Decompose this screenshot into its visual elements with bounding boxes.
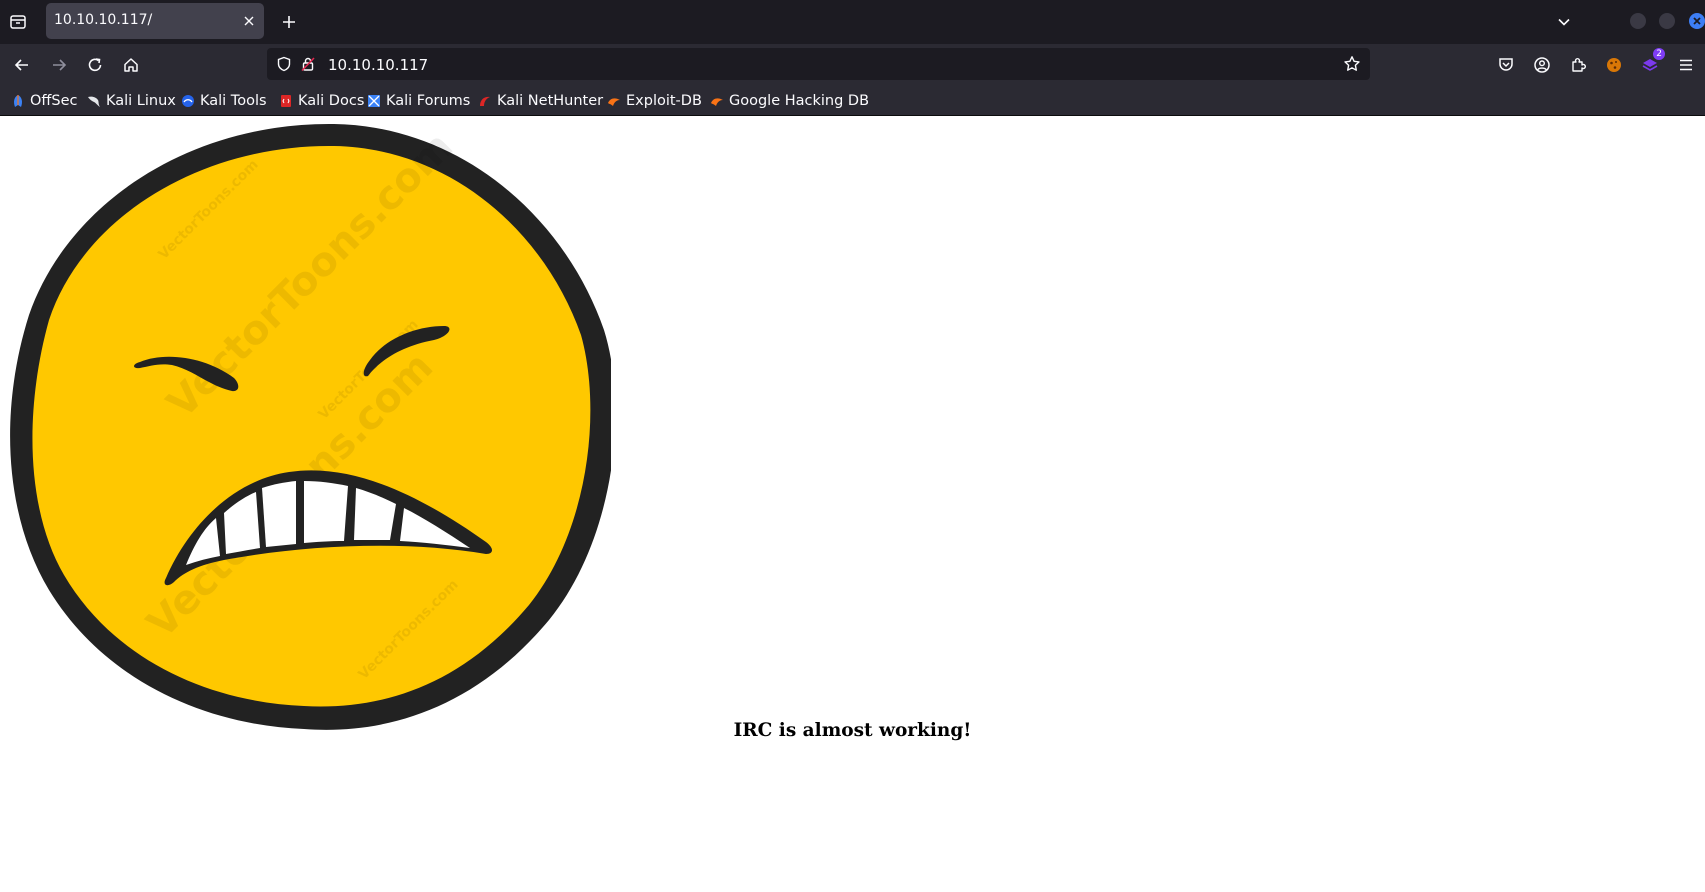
puzzle-piece-icon	[1572, 58, 1586, 72]
firefox-view-button[interactable]	[6, 10, 30, 34]
kali-docs-icon	[279, 94, 293, 108]
minimize-button[interactable]	[1630, 13, 1646, 29]
window-close-button[interactable]	[1689, 13, 1705, 29]
kali-tools-icon	[181, 94, 195, 108]
bookmark-kali-nethunter[interactable]: Kali NetHunter	[478, 90, 603, 112]
navigation-toolbar: 10.10.10.117 2	[0, 44, 1705, 86]
extension-badge: 2	[1653, 48, 1665, 60]
tab-title: 10.10.10.117/	[54, 12, 153, 28]
insecure-lock-icon[interactable]	[299, 55, 317, 73]
app-menu-button[interactable]	[1674, 53, 1698, 77]
extension-layers-button[interactable]: 2	[1638, 48, 1665, 77]
kali-forums-icon	[367, 94, 381, 108]
list-all-tabs-button[interactable]	[1552, 10, 1576, 34]
close-icon	[244, 16, 254, 26]
bookmark-label: Kali Docs	[298, 93, 365, 109]
bookmark-label: Kali NetHunter	[497, 93, 604, 109]
pocket-icon	[1499, 58, 1513, 71]
close-icon	[1693, 17, 1701, 25]
offsec-icon	[11, 94, 25, 108]
bookmarks-toolbar: OffSec Kali Linux Kali Tools Kali Docs K…	[0, 86, 1705, 116]
new-tab-button[interactable]	[277, 10, 301, 34]
arrow-right-icon	[53, 59, 67, 71]
bookmark-kali-docs[interactable]: Kali Docs	[279, 90, 364, 112]
forward-button[interactable]	[47, 53, 71, 77]
back-button[interactable]	[10, 53, 34, 77]
extensions-button[interactable]	[1566, 53, 1590, 77]
page-heading: IRC is almost working!	[733, 720, 972, 741]
bookmark-label: Exploit-DB	[626, 93, 702, 109]
home-icon	[124, 58, 138, 72]
angry-smiley-image: VectorToons.com VectorToons.com VectorTo…	[10, 124, 611, 730]
tab-close-button[interactable]	[240, 12, 258, 30]
account-icon	[1534, 57, 1550, 73]
cookie-icon	[1607, 58, 1621, 72]
url-text[interactable]: 10.10.10.117	[328, 56, 428, 74]
plus-icon	[283, 16, 295, 28]
kali-dragon-icon	[87, 94, 101, 108]
bookmark-label: Google Hacking DB	[729, 93, 870, 109]
pocket-button[interactable]	[1494, 53, 1518, 77]
ghdb-icon	[710, 94, 724, 108]
nethunter-icon	[478, 94, 492, 108]
exploit-db-icon	[607, 94, 621, 108]
bookmark-kali-forums[interactable]: Kali Forums	[367, 90, 470, 112]
bookmark-offsec[interactable]: OffSec	[11, 90, 78, 112]
arrow-left-icon	[14, 59, 28, 71]
bookmark-label: OffSec	[30, 93, 78, 109]
reload-icon	[88, 58, 102, 72]
bookmark-label: Kali Linux	[106, 93, 176, 109]
active-tab[interactable]: 10.10.10.117/	[46, 3, 264, 39]
tab-strip: 10.10.10.117/	[0, 0, 1705, 44]
chevron-down-icon	[1558, 18, 1570, 26]
bookmark-exploit-db[interactable]: Exploit-DB	[607, 90, 702, 112]
hamburger-menu-icon	[1680, 59, 1692, 71]
bookmark-label: Kali Forums	[386, 93, 471, 109]
reload-button[interactable]	[83, 53, 107, 77]
bookmark-kali-tools[interactable]: Kali Tools	[181, 90, 267, 112]
bookmark-star-button[interactable]	[1342, 54, 1362, 74]
extension-cookie-button[interactable]	[1602, 53, 1626, 77]
tracking-protection-shield-icon[interactable]	[275, 55, 293, 73]
star-icon	[1344, 56, 1360, 71]
page-content: VectorToons.com VectorToons.com VectorTo…	[0, 116, 1705, 892]
firefox-view-icon	[10, 15, 26, 29]
bookmark-google-hacking-db[interactable]: Google Hacking DB	[710, 90, 869, 112]
maximize-button[interactable]	[1659, 13, 1675, 29]
bookmark-kali-linux[interactable]: Kali Linux	[87, 90, 176, 112]
bookmark-label: Kali Tools	[200, 93, 267, 109]
address-bar[interactable]: 10.10.10.117	[267, 48, 1370, 80]
account-button[interactable]	[1530, 53, 1554, 77]
home-button[interactable]	[119, 53, 143, 77]
